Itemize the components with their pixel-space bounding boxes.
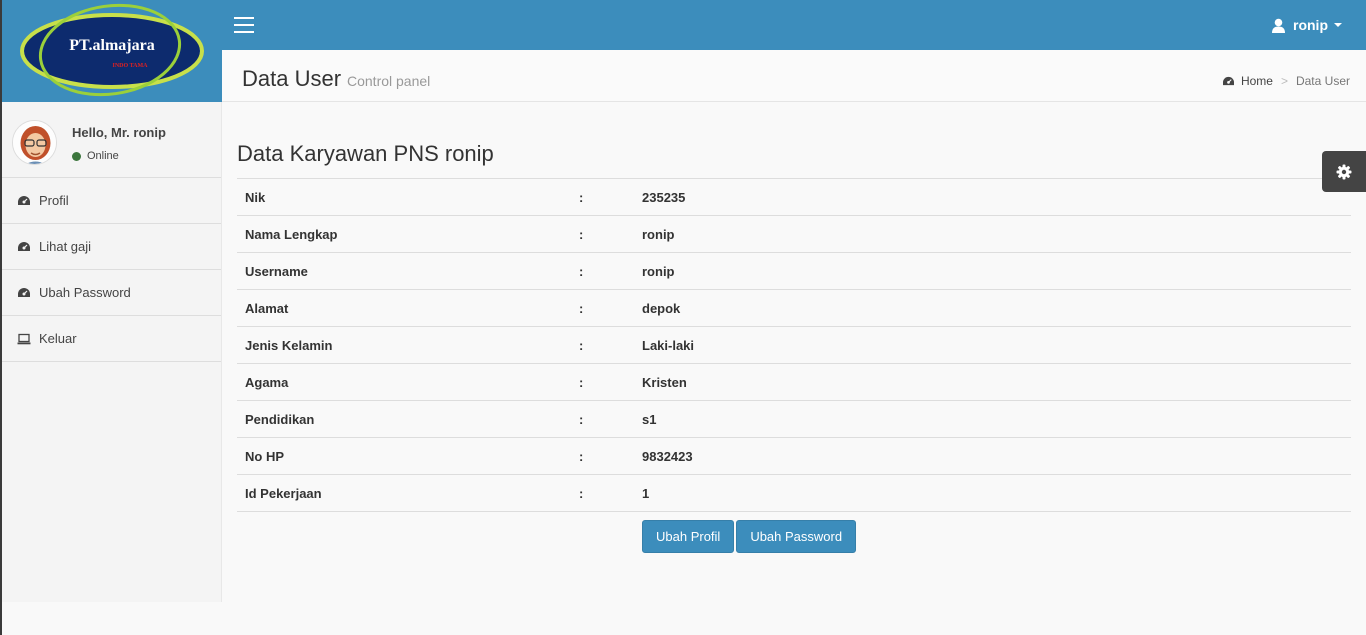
sidebar-item-lihat-gaji[interactable]: Lihat gaji (2, 224, 221, 270)
row-value: ronip (634, 215, 1351, 253)
action-buttons: Ubah Profil Ubah Password (642, 520, 858, 553)
row-value: 9832423 (634, 437, 1351, 475)
row-separator: : (571, 252, 634, 290)
brand-logo[interactable]: PT.almajara INDO TAMA (2, 0, 222, 102)
table-row: No HP : 9832423 (237, 437, 1351, 475)
table-row: Jenis Kelamin : Laki-laki (237, 326, 1351, 364)
gear-icon (1336, 164, 1352, 179)
user-greeting: Hello, Mr. ronip (72, 125, 166, 140)
caret-down-icon (1334, 23, 1342, 27)
user-icon (1272, 18, 1285, 33)
online-status-label: Online (87, 150, 119, 162)
row-value: Kristen (634, 363, 1351, 401)
row-value: depok (634, 289, 1351, 327)
settings-toggle[interactable] (1322, 151, 1366, 192)
sidebar-item-profil[interactable]: Profil (2, 178, 221, 224)
page-title: Data User (242, 66, 342, 91)
top-navbar: ronip (222, 0, 1366, 50)
change-password-button[interactable]: Ubah Password (736, 520, 857, 553)
user-menu-name: ronip (1293, 17, 1328, 33)
dashboard-icon (18, 241, 30, 251)
row-label: Agama (237, 363, 571, 401)
row-separator: : (571, 474, 634, 512)
row-separator: : (571, 215, 634, 253)
row-label: Nama Lengkap (237, 215, 571, 253)
row-separator: : (571, 400, 634, 438)
row-separator: : (571, 178, 634, 216)
table-row: Username : ronip (237, 252, 1351, 290)
sidebar-item-label: Lihat gaji (39, 239, 92, 254)
user-menu-dropdown[interactable]: ronip (1271, 0, 1342, 50)
row-label: Alamat (237, 289, 571, 327)
sidebar-item-keluar[interactable]: Keluar (2, 316, 221, 362)
online-dot-icon (72, 151, 81, 161)
row-value: 1 (634, 474, 1351, 512)
row-separator: : (571, 289, 634, 327)
sidebar: Hello, Mr. ronip Online Profil Lihat gaj… (2, 102, 222, 602)
row-label: Pendidikan (237, 400, 571, 438)
table-row: Alamat : depok (237, 289, 1351, 327)
avatar (12, 120, 57, 165)
row-value: s1 (634, 400, 1351, 438)
row-separator: : (571, 326, 634, 364)
row-label: Id Pekerjaan (237, 474, 571, 512)
content-header: Data User Control panel Home > Data User (222, 50, 1366, 102)
breadcrumb: Home > Data User (1222, 74, 1350, 88)
table-row: Agama : Kristen (237, 363, 1351, 401)
row-label: Jenis Kelamin (237, 326, 571, 364)
row-separator: : (571, 437, 634, 475)
sidebar-item-label: Ubah Password (39, 285, 131, 300)
sidebar-item-ubah-password[interactable]: Ubah Password (2, 270, 221, 316)
row-label: Nik (237, 178, 571, 216)
sidebar-toggle-icon[interactable] (234, 17, 254, 33)
dashboard-icon (18, 287, 30, 297)
logo-graphic: PT.almajara INDO TAMA (20, 3, 204, 97)
user-data-table: Nik : 235235 Nama Lengkap : ronip Userna… (237, 178, 1351, 512)
table-row: Pendidikan : s1 (237, 400, 1351, 438)
user-panel: Hello, Mr. ronip Online (2, 102, 221, 178)
online-status: Online (72, 150, 119, 162)
edit-profile-button[interactable]: Ubah Profil (642, 520, 735, 553)
page-subtitle: Control panel (347, 73, 431, 89)
dashboard-icon (1222, 76, 1234, 85)
breadcrumb-separator: > (1280, 74, 1288, 88)
section-title: Data Karyawan PNS ronip (237, 141, 494, 166)
table-row: Id Pekerjaan : 1 (237, 474, 1351, 512)
row-separator: : (571, 363, 634, 401)
dashboard-icon (18, 195, 30, 205)
row-value: 235235 (634, 178, 1351, 216)
sidebar-item-label: Keluar (39, 331, 77, 346)
breadcrumb-current: Data User (1295, 74, 1350, 88)
logo-brand-text: PT.almajara (69, 37, 154, 54)
row-label: Username (237, 252, 571, 290)
sidebar-item-label: Profil (39, 193, 69, 208)
laptop-icon (17, 333, 31, 344)
row-label: No HP (237, 437, 571, 475)
breadcrumb-home-link[interactable]: Home (1241, 74, 1273, 88)
table-row: Nama Lengkap : ronip (237, 215, 1351, 253)
table-row: Nik : 235235 (237, 178, 1351, 216)
row-value: Laki-laki (634, 326, 1351, 364)
row-value: ronip (634, 252, 1351, 290)
logo-tagline-text: INDO TAMA (113, 63, 149, 69)
